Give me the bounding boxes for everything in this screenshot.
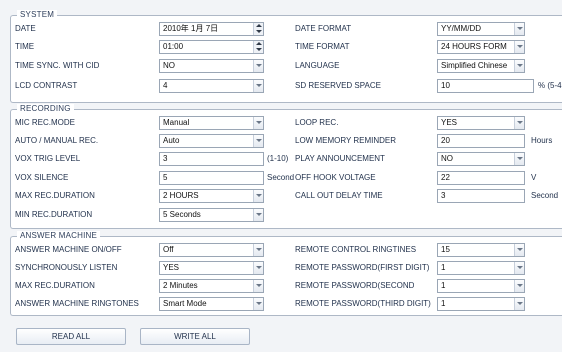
vox-silence-label: VOX SILENCE	[15, 173, 69, 182]
date-format-label: DATE FORMAT	[295, 24, 352, 33]
chevron-down-icon[interactable]	[514, 41, 524, 53]
mic-rec-mode-select[interactable]: Manual	[159, 116, 264, 130]
date-field[interactable]: 2010年 1月 7日	[159, 22, 264, 36]
remote-pw-second-label: REMOTE PASSWORD(SECOND	[295, 281, 415, 290]
chevron-down-icon[interactable]	[253, 280, 263, 292]
chevron-down-icon[interactable]	[253, 60, 263, 72]
answer-onoff-label: ANSWER MACHINE ON/OFF	[15, 245, 122, 254]
call-out-delay-label: CALL OUT DELAY TIME	[295, 191, 383, 200]
time-format-select[interactable]: 24 HOURS FORM	[437, 40, 525, 54]
settings-window: SYSTEM DATE 2010年 1月 7日 TIME 01:00 TIME …	[0, 0, 562, 352]
chevron-down-icon[interactable]	[514, 244, 524, 256]
timesync-label: TIME SYNC. WITH CID	[15, 61, 100, 70]
chevron-down-icon[interactable]	[514, 60, 524, 72]
loop-rec-label: LOOP REC.	[295, 118, 339, 127]
date-label: DATE	[15, 24, 36, 33]
remote-pw-third-select[interactable]: 1	[437, 297, 525, 311]
chevron-down-icon[interactable]	[253, 262, 263, 274]
spinner-arrows-icon[interactable]	[253, 41, 263, 53]
play-announcement-select[interactable]: NO	[437, 152, 525, 166]
spinner-arrows-icon[interactable]	[253, 23, 263, 35]
timesync-select[interactable]: NO	[159, 59, 264, 73]
remote-pw-third-label: REMOTE PASSWORD(THIRD DIGIT)	[295, 299, 431, 308]
recording-group: RECORDING MIC REC.MODE Manual AUTO / MAN…	[10, 104, 562, 229]
remote-pw-first-select[interactable]: 1	[437, 261, 525, 275]
sync-listen-select[interactable]: YES	[159, 261, 264, 275]
date-format-select[interactable]: YY/MM/DD	[437, 22, 525, 36]
lcd-contrast-label: LCD CONTRAST	[15, 81, 78, 90]
answer-onoff-select[interactable]: Off	[159, 243, 264, 257]
auto-manual-select[interactable]: Auto	[159, 134, 264, 148]
chevron-down-icon[interactable]	[253, 244, 263, 256]
chevron-down-icon[interactable]	[253, 298, 263, 310]
chevron-down-icon[interactable]	[514, 153, 524, 165]
system-group: SYSTEM DATE 2010年 1月 7日 TIME 01:00 TIME …	[10, 10, 562, 103]
low-memory-input[interactable]: 20	[437, 134, 525, 148]
remote-pw-first-label: REMOTE PASSWORD(FIRST DIGIT)	[295, 263, 430, 272]
chevron-down-icon[interactable]	[253, 209, 263, 221]
min-rec-duration-label: MIN REC.DURATION	[15, 210, 93, 219]
max-rec-duration-label: MAX REC.DURATION	[15, 191, 95, 200]
low-memory-unit: Hours	[531, 136, 553, 145]
time-format-label: TIME FORMAT	[295, 42, 350, 51]
remote-control-ringtines-label: REMOTE CONTROL RINGTINES	[295, 245, 417, 254]
chevron-down-icon[interactable]	[253, 135, 263, 147]
auto-manual-label: AUTO / MANUAL REC.	[15, 136, 99, 145]
call-out-delay-input[interactable]: 3	[437, 189, 525, 203]
vox-trig-input[interactable]: 3	[159, 152, 264, 166]
off-hook-voltage-input[interactable]: 22	[437, 171, 525, 185]
sd-reserved-label: SD RESERVED SPACE	[295, 81, 381, 90]
sd-reserved-input[interactable]: 10	[437, 79, 534, 93]
chevron-down-icon[interactable]	[514, 298, 524, 310]
chevron-down-icon[interactable]	[514, 280, 524, 292]
sd-reserved-unit: % (5-40)	[538, 81, 562, 90]
chevron-down-icon[interactable]	[253, 117, 263, 129]
loop-rec-select[interactable]: YES	[437, 116, 525, 130]
vox-silence-input[interactable]: 5	[159, 171, 264, 185]
language-select[interactable]: Simplified Chinese	[437, 59, 525, 73]
play-announcement-label: PLAY ANNOUNCEMENT	[295, 154, 385, 163]
chevron-down-icon[interactable]	[253, 190, 263, 202]
vox-trig-label: VOX TRIG LEVEL	[15, 154, 81, 163]
sync-listen-label: SYNCHRONOUSLY LISTEN	[15, 263, 118, 272]
chevron-down-icon[interactable]	[253, 80, 263, 92]
read-all-button[interactable]: READ ALL	[16, 328, 126, 345]
chevron-down-icon[interactable]	[514, 262, 524, 274]
chevron-down-icon[interactable]	[514, 23, 524, 35]
call-out-delay-unit: Second	[531, 191, 559, 200]
remote-pw-second-select[interactable]: 1	[437, 279, 525, 293]
time-label: TIME	[15, 42, 35, 51]
vox-trig-unit: (1-10)	[267, 154, 289, 163]
answer-machine-title: ANSWER MACHINE	[17, 231, 101, 241]
remote-control-ringtines-select[interactable]: 15	[437, 243, 525, 257]
answer-ringtones-label: ANSWER MACHINE RINGTONES	[15, 299, 139, 308]
time-field[interactable]: 01:00	[159, 40, 264, 54]
answer-max-rec-select[interactable]: 2 Minutes	[159, 279, 264, 293]
answer-max-rec-label: MAX REC.DURATION	[15, 281, 95, 290]
max-rec-duration-select[interactable]: 2 HOURS	[159, 189, 264, 203]
min-rec-duration-select[interactable]: 5 Seconds	[159, 208, 264, 222]
recording-title: RECORDING	[17, 104, 74, 114]
language-label: LANGUAGE	[295, 61, 340, 70]
low-memory-label: LOW MEMORY REMINDER	[295, 136, 397, 145]
answer-ringtones-select[interactable]: Smart Mode	[159, 297, 264, 311]
vox-silence-unit: Second	[267, 173, 295, 182]
answer-machine-group: ANSWER MACHINE ANSWER MACHINE ON/OFF Off…	[10, 231, 562, 316]
write-all-button[interactable]: WRITE ALL	[140, 328, 250, 345]
mic-rec-mode-label: MIC REC.MODE	[15, 118, 75, 127]
chevron-down-icon[interactable]	[514, 117, 524, 129]
off-hook-voltage-label: OFF HOOK VOLTAGE	[295, 173, 376, 182]
off-hook-voltage-unit: V	[531, 173, 537, 182]
lcd-contrast-select[interactable]: 4	[159, 79, 264, 93]
system-title: SYSTEM	[17, 10, 58, 20]
